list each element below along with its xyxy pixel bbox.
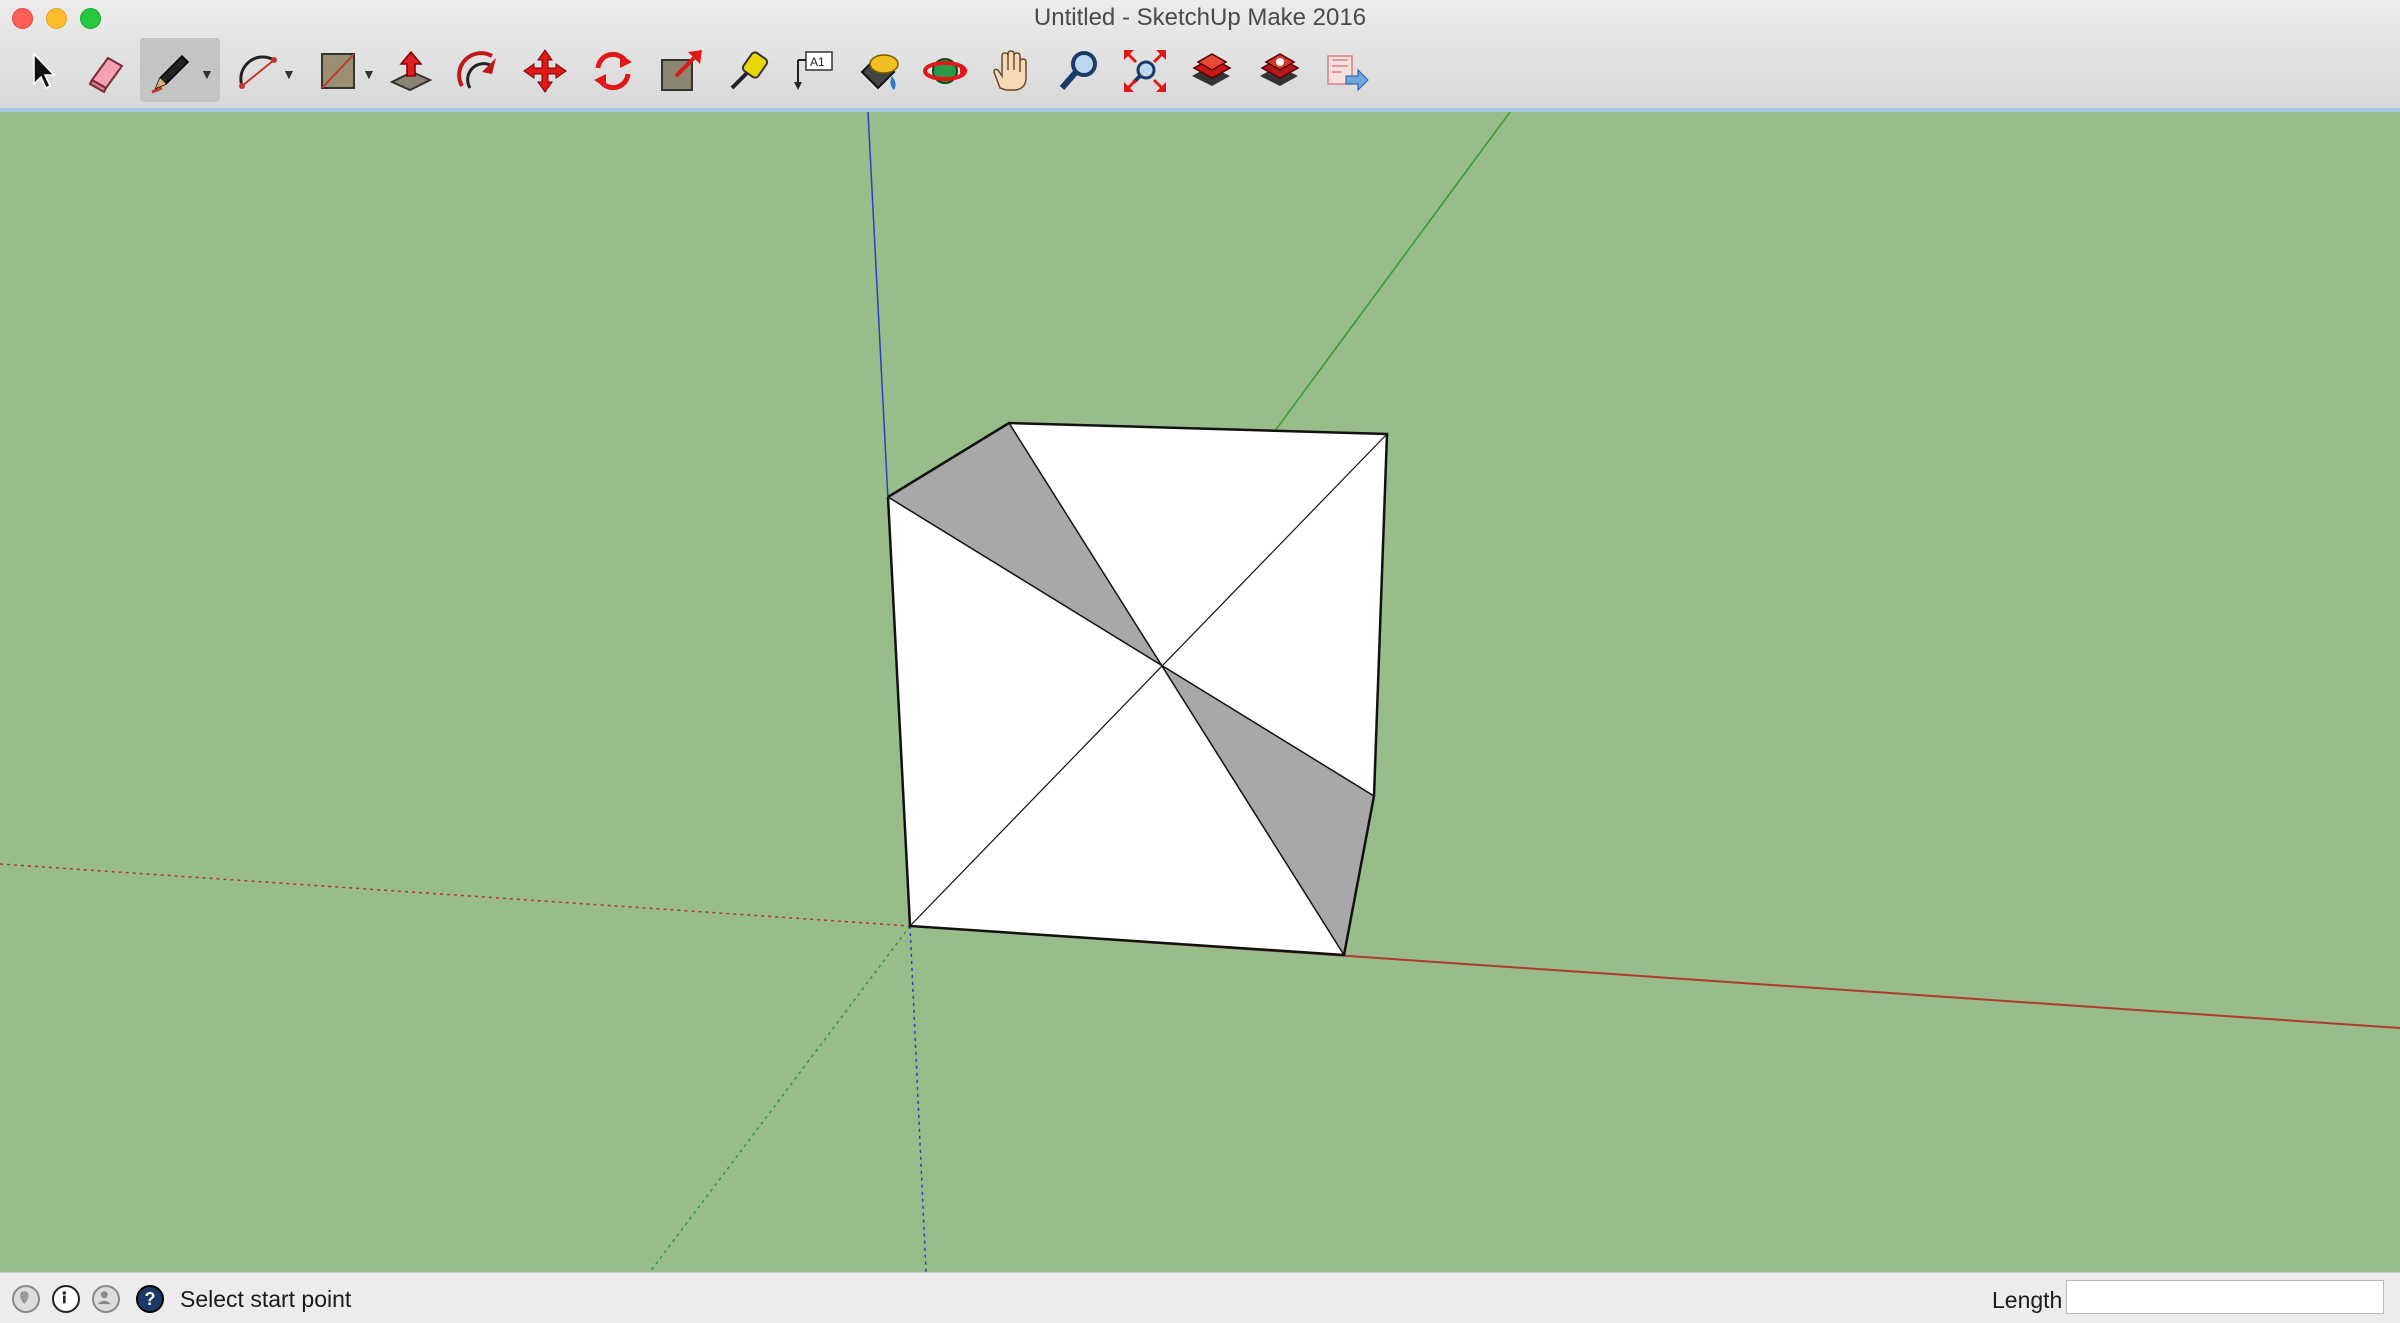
tape-measure-tool[interactable] xyxy=(716,38,778,102)
svg-text:A1: A1 xyxy=(810,55,825,69)
main-toolbar: ▼ ▼ ▼ A1 xyxy=(0,36,2400,106)
orbit-tool[interactable] xyxy=(914,38,976,102)
line-tool[interactable]: ▼ xyxy=(140,38,220,102)
eraser-icon xyxy=(88,56,124,94)
measurement-label: Length xyxy=(1992,1287,2063,1313)
pencil-icon xyxy=(151,54,190,94)
chevron-down-icon[interactable]: ▼ xyxy=(362,66,376,82)
credits-icon[interactable] xyxy=(52,1285,80,1313)
eraser-tool[interactable] xyxy=(74,38,136,102)
offset-tool[interactable] xyxy=(446,38,508,102)
arc-icon xyxy=(239,55,277,89)
extension-warehouse-tool[interactable] xyxy=(1248,38,1310,102)
warehouse-icon xyxy=(1192,53,1232,86)
rotate-icon xyxy=(594,51,632,91)
user-account-icon[interactable] xyxy=(92,1285,120,1313)
text-label-icon: A1 xyxy=(794,51,833,90)
blue-axis-negative xyxy=(909,925,927,1272)
geo-location-icon[interactable] xyxy=(12,1285,40,1313)
status-bar: ? Select start point Length xyxy=(0,1272,2400,1323)
scale-tool[interactable] xyxy=(650,38,712,102)
select-tool[interactable] xyxy=(8,38,70,102)
title-bar: Untitled - SketchUp Make 2016 ▼ ▼ ▼ A1 xyxy=(0,0,2400,110)
push-pull-tool[interactable] xyxy=(380,38,442,102)
green-axis-negative xyxy=(649,925,911,1272)
paint-bucket-tool[interactable] xyxy=(848,38,910,102)
zoom-tool[interactable] xyxy=(1048,38,1110,102)
move-tool[interactable] xyxy=(514,38,576,102)
paint-bucket-icon xyxy=(860,54,899,90)
arc-tool[interactable]: ▼ xyxy=(228,38,296,102)
red-axis-negative xyxy=(0,863,911,927)
window-title: Untitled - SketchUp Make 2016 xyxy=(1033,4,1367,31)
pan-tool[interactable] xyxy=(980,38,1042,102)
rectangle-tool[interactable]: ▼ xyxy=(308,38,376,102)
measurement-input[interactable] xyxy=(2066,1280,2384,1314)
modeling-viewport[interactable] xyxy=(0,112,2400,1272)
extension-warehouse-icon xyxy=(1260,53,1300,86)
help-icon[interactable]: ? xyxy=(136,1285,164,1313)
zoom-extents-icon xyxy=(1124,50,1166,92)
share-model-icon xyxy=(1327,55,1369,92)
move-arrows-icon xyxy=(523,49,567,93)
text-tool[interactable]: A1 xyxy=(782,38,844,102)
arrow-cursor-icon xyxy=(33,52,56,90)
offset-icon xyxy=(457,51,496,89)
chevron-down-icon[interactable]: ▼ xyxy=(282,66,296,82)
zoom-extents-tool[interactable] xyxy=(1114,38,1176,102)
scale-icon xyxy=(661,50,702,91)
tape-measure-icon xyxy=(730,51,769,90)
magnifier-icon xyxy=(1059,51,1097,90)
status-prompt: Select start point xyxy=(180,1286,352,1312)
3d-warehouse-tool[interactable] xyxy=(1180,38,1242,102)
scene-canvas[interactable] xyxy=(0,112,2400,1272)
share-model-tool[interactable] xyxy=(1314,38,1376,102)
hand-icon xyxy=(993,50,1027,91)
rectangle-icon xyxy=(321,53,355,89)
rotate-tool[interactable] xyxy=(582,38,644,102)
push-pull-icon xyxy=(389,50,433,92)
chevron-down-icon[interactable]: ▼ xyxy=(200,66,214,82)
orbit-icon xyxy=(923,58,968,84)
